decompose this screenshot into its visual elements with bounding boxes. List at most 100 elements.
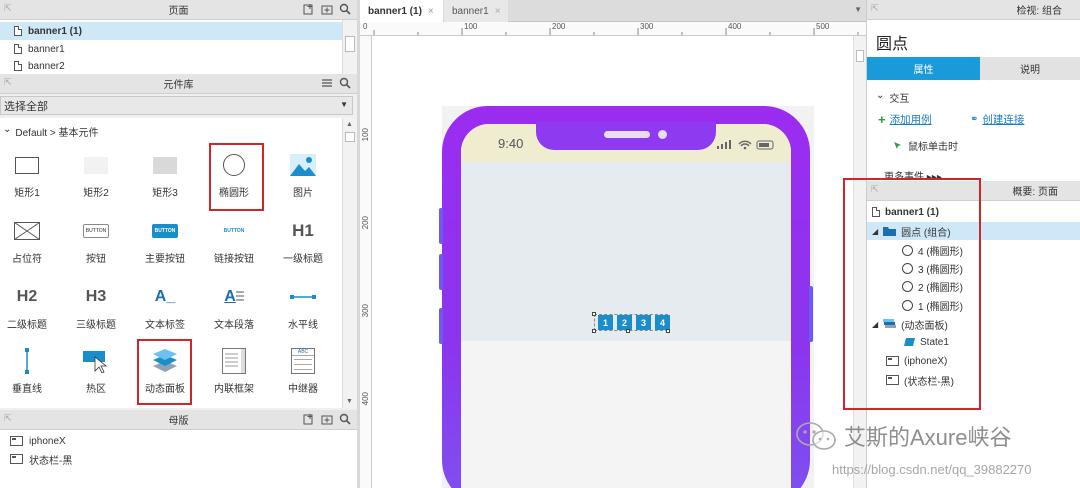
tab-banner1[interactable]: banner1 × (444, 0, 508, 22)
inspector-widget-name[interactable]: 圆点 (876, 30, 908, 54)
add-folder-icon[interactable] (321, 3, 333, 15)
chevron-down-icon[interactable]: ▼ (854, 5, 862, 14)
grip-icon[interactable]: ⇱ (871, 4, 879, 13)
dot-1[interactable]: 1 (598, 315, 613, 330)
category-header[interactable]: ⌄ Default > 基本元件 (3, 124, 98, 139)
button-icon-text: BUTTON (223, 228, 245, 234)
add-case-label: 添加用例 (889, 114, 932, 126)
widget-label: 链接按钮 (214, 254, 254, 265)
search-icon[interactable] (339, 413, 351, 425)
widget-h3[interactable]: H3 三级标题 (63, 280, 129, 340)
add-case-link[interactable]: + 添加用例 (878, 112, 932, 127)
widget-h1[interactable]: H1 一级标题 (270, 214, 336, 274)
widget-vline[interactable]: 垂直线 (0, 344, 60, 404)
widget-label: 占位符 (12, 254, 42, 265)
widget-rect1[interactable]: 矩形1 (0, 148, 60, 208)
widget-text-label[interactable]: A_ 文本标签 (132, 280, 198, 340)
tab-label: banner1 (452, 5, 489, 17)
widget-library-area: ⌄ Default > 基本元件 矩形1 矩形2 矩形3 椭圆形 图片 占位符 … (0, 118, 342, 408)
close-icon[interactable]: × (495, 6, 501, 17)
button-icon: BUTTON (83, 224, 109, 238)
widget-image[interactable]: 图片 (270, 148, 336, 208)
resize-handle[interactable] (592, 329, 596, 333)
widget-placeholder[interactable]: 占位符 (0, 214, 60, 274)
tab-properties[interactable]: 属性 (867, 57, 980, 80)
button-icon-text: BUTTON (85, 228, 107, 234)
search-icon[interactable] (339, 77, 351, 89)
ruler-label: 100 (464, 22, 478, 31)
widget-h2[interactable]: H2 二级标题 (0, 280, 60, 340)
h1-glyph: H1 (292, 221, 314, 240)
ruler-label: 400 (728, 22, 742, 31)
vertical-line-icon (25, 348, 29, 374)
ruler-label: 200 (361, 216, 370, 230)
page-item-banner1[interactable]: banner1 (14, 40, 65, 58)
phone-side-button (439, 208, 443, 244)
inline-frame-icon (222, 348, 246, 374)
resize-handle[interactable] (666, 329, 670, 333)
widget-label: 三级标题 (76, 320, 116, 331)
rectangle-icon (15, 156, 39, 174)
plus-icon: + (878, 112, 886, 127)
event-onclick[interactable]: 鼠标单击时 (893, 138, 958, 153)
search-icon[interactable] (339, 3, 351, 15)
widget-paragraph[interactable]: A 文本段落 (201, 280, 267, 340)
page-item-banner1-1[interactable]: banner1 (1) (14, 22, 82, 40)
library-scrollbar[interactable]: ▲ ▼ (342, 118, 357, 408)
grip-icon[interactable]: ⇱ (4, 78, 12, 87)
widget-rect3[interactable]: 矩形3 (132, 148, 198, 208)
page-icon (14, 61, 22, 71)
pages-scrollbar[interactable] (342, 20, 357, 74)
phone-side-button (809, 286, 813, 342)
close-icon[interactable]: × (428, 6, 434, 17)
menu-icon[interactable] (321, 77, 333, 89)
dots-group[interactable]: 1 2 3 4 (598, 315, 670, 330)
tab-notes[interactable]: 说明 (980, 57, 1080, 80)
widget-label: 文本标签 (145, 320, 185, 331)
resize-handle[interactable] (626, 329, 630, 333)
tab-label: 说明 (1020, 65, 1040, 76)
paragraph-icon: A (201, 280, 267, 314)
highlight-outline (843, 178, 981, 410)
widget-label: 热区 (86, 384, 106, 395)
inspector-header: ⇱ 检视: 组合 (867, 0, 1080, 20)
widget-inline-frame[interactable]: 内联框架 (201, 344, 267, 404)
master-icon (10, 436, 23, 446)
widget-repeater[interactable]: ABC 中继器 (270, 344, 336, 404)
add-folder-icon[interactable] (321, 413, 333, 425)
create-link-label: 创建连接 (982, 114, 1025, 126)
widget-button[interactable]: BUTTON 按钮 (63, 214, 129, 274)
widget-label: 按钮 (86, 254, 106, 265)
widget-link-button[interactable]: BUTTON 链接按钮 (201, 214, 267, 274)
widget-hline[interactable]: 水平线 (270, 280, 336, 340)
create-link-link[interactable]: ⚭ 创建连接 (970, 112, 1024, 127)
add-master-icon[interactable] (303, 413, 315, 425)
canvas-area[interactable]: 9:40 1 2 3 4 (372, 36, 853, 488)
page-item-banner2[interactable]: banner2 (14, 58, 65, 74)
master-label: iphoneX (29, 435, 66, 447)
dot-4[interactable]: 4 (655, 315, 670, 330)
dot-2[interactable]: 2 (617, 315, 632, 330)
text-label-glyph: A_ (154, 288, 176, 305)
interactions-section[interactable]: ⌄ 交互 (876, 90, 909, 105)
master-item-iphonex[interactable]: iphoneX (10, 432, 66, 450)
widget-primary-button[interactable]: BUTTON 主要按钮 (132, 214, 198, 274)
tab-label: banner1 (1) (368, 5, 422, 17)
grip-icon[interactable]: ⇱ (4, 4, 12, 13)
tab-banner1-1[interactable]: banner1 (1) × (360, 0, 443, 22)
button-icon-text: BUTTON (154, 228, 176, 234)
widget-hotspot[interactable]: 热区 (63, 344, 129, 404)
add-page-icon[interactable] (303, 3, 315, 15)
widget-rect2[interactable]: 矩形2 (63, 148, 129, 208)
library-select[interactable]: 选择全部 ▼ (0, 96, 353, 115)
grip-icon[interactable]: ⇱ (4, 414, 12, 423)
widget-label: 中继器 (288, 384, 318, 395)
resize-handle[interactable] (592, 312, 596, 316)
highlight-dynamic-panel (137, 339, 192, 405)
master-item-statusbar[interactable]: 状态栏-黑 (10, 450, 72, 468)
pages-panel-header: ⇱ 页面 (0, 0, 357, 20)
ruler-label: 0 (363, 22, 368, 31)
placeholder-icon (14, 222, 40, 240)
dot-3[interactable]: 3 (636, 315, 651, 330)
link-icon: ⚭ (970, 114, 979, 125)
